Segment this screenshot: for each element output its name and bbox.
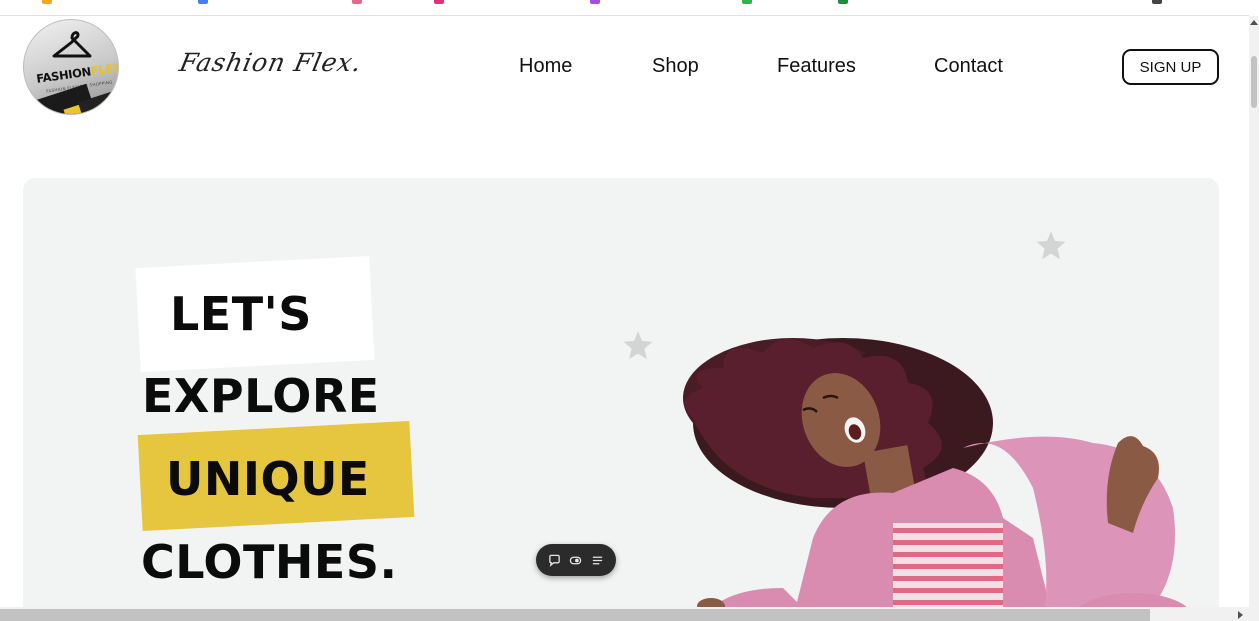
menu-list-icon[interactable] xyxy=(589,552,605,568)
scroll-right-arrow-icon[interactable] xyxy=(1234,609,1248,621)
bookmark-icon[interactable] xyxy=(838,0,848,4)
headline-line-3: UNIQUE xyxy=(166,452,370,506)
bookmark-icon[interactable] xyxy=(434,0,444,4)
bookmark-icon[interactable] xyxy=(198,0,208,4)
site-script-title[interactable]: Fashion Flex. xyxy=(177,48,365,77)
vertical-scroll-thumb[interactable] xyxy=(1251,56,1257,108)
floating-toolbar xyxy=(536,544,616,576)
horizontal-scrollbar[interactable] xyxy=(0,607,1259,621)
hero-model-photo xyxy=(683,338,1193,618)
horizontal-scroll-thumb[interactable] xyxy=(0,609,1150,621)
comment-icon[interactable] xyxy=(547,552,563,568)
nav-home[interactable]: Home xyxy=(519,55,572,78)
sign-up-button[interactable]: SIGN UP xyxy=(1122,49,1219,85)
bookmark-icon[interactable] xyxy=(590,0,600,4)
headline-line-1: LET'S xyxy=(170,287,312,341)
bookmark-icon[interactable] xyxy=(42,0,52,4)
bookmark-icon[interactable] xyxy=(352,0,362,4)
bookmark-icon[interactable] xyxy=(742,0,752,4)
star-icon xyxy=(623,331,653,360)
scroll-up-arrow-icon[interactable] xyxy=(1249,16,1259,28)
headline-line-4: CLOTHES. xyxy=(141,535,398,589)
vertical-scrollbar[interactable] xyxy=(1249,16,1259,607)
bookmarks-bar-remnant xyxy=(0,0,1249,16)
nav-contact[interactable]: Contact xyxy=(934,55,1003,78)
bookmark-icon[interactable] xyxy=(1152,0,1162,4)
hanger-icon xyxy=(52,31,92,58)
eye-toggle-icon[interactable] xyxy=(568,552,584,568)
brand-logo[interactable]: FASHIONFLEX FASHION FLEXIBLE SHOPPING xyxy=(23,19,119,115)
nav-shop[interactable]: Shop xyxy=(652,55,699,78)
nav-features[interactable]: Features xyxy=(777,55,856,78)
headline-line-2: EXPLORE xyxy=(142,369,380,423)
star-icon xyxy=(1036,231,1066,260)
